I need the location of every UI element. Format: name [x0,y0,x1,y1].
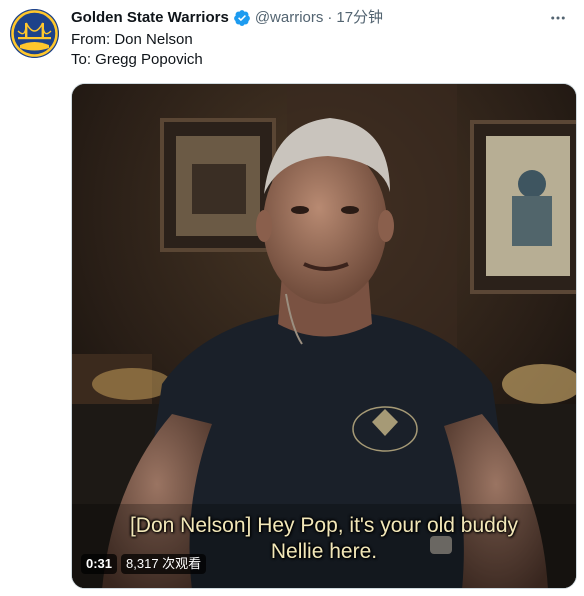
video-view-count: 8,317 次观看 [121,554,207,574]
tweet-header: Golden State Warriors @warriors · 17分钟 [71,8,383,28]
video-duration: 0:31 [81,554,118,574]
more-options-button[interactable] [546,6,570,30]
tweet-card[interactable]: Golden State Warriors @warriors · 17分钟 F… [0,0,584,596]
account-avatar[interactable] [10,9,59,58]
tweet-text-line: To: Gregg Popovich [71,51,203,68]
tweet-text: From: Don Nelson To: Gregg Popovich [71,30,203,70]
display-name[interactable]: Golden State Warriors [71,8,229,28]
warriors-logo-icon [10,9,59,58]
verified-badge-icon [233,10,250,26]
tweet-timestamp[interactable]: 17分钟 [336,8,383,28]
tweet-text-line: From: Don Nelson [71,31,193,48]
header-separator: · [327,9,333,26]
video-stats: 0:31 8,317 次观看 [81,554,207,574]
video-player[interactable]: [Don Nelson] Hey Pop, it's your old budd… [71,83,577,589]
account-handle[interactable]: @warriors [255,8,324,28]
subtitle-line: [Don Nelson] Hey Pop, it's your old budd… [129,514,519,537]
more-horizontal-icon [551,16,565,20]
